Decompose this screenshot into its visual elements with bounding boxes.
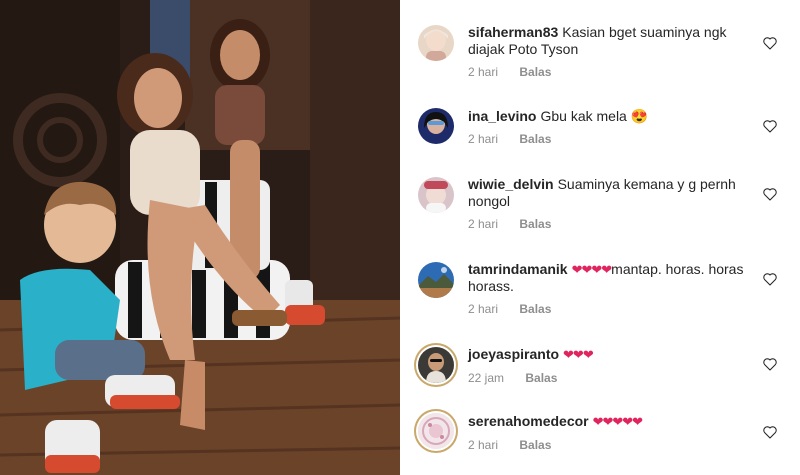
user-avatar-icon [418,108,454,144]
heart-outline-icon[interactable] [762,35,778,51]
comment-body: tamrindamanik ❤❤❤❤mantap. horas. horas ho… [468,261,758,295]
user-avatar-icon [418,262,454,298]
emoji-heart-eyes: 😍 [630,108,649,124]
user-avatar-icon [418,177,454,213]
comment-username[interactable]: tamrindamanik [468,261,568,277]
comment-username[interactable]: wiwie_delvin [468,176,554,192]
comment-body: joeyaspiranto ❤❤❤ [468,346,758,363]
family-photo-illustration [0,0,400,475]
reply-button[interactable]: Balas [519,65,551,79]
hearts-emoji: ❤❤❤❤❤ [592,414,643,429]
reply-button[interactable]: Balas [519,132,551,146]
post-photo [0,0,400,475]
comment-time: 2 hari [468,217,499,231]
comment-body: sifaherman83 Kasian bget suaminya ngk dia… [468,24,758,58]
comment-time: 2 hari [468,302,499,316]
comments-panel: sifaherman83 Kasian bget suaminya ngk dia… [400,0,800,475]
comment-username[interactable]: sifaherman83 [468,24,558,40]
comment-text: Gbu kak mela [540,108,627,124]
comment-username[interactable]: serenahomedecor [468,413,589,429]
reply-button[interactable]: Balas [519,302,551,316]
comment-time: 2 hari [468,65,499,79]
heart-outline-icon[interactable] [762,186,778,202]
comment-body: ina_levino Gbu kak mela 😍 [468,108,758,125]
heart-outline-icon[interactable] [762,424,778,440]
heart-outline-icon[interactable] [762,356,778,372]
hearts-emoji: ❤❤❤❤ [571,262,613,277]
comment-time: 22 jam [468,371,505,385]
avatar[interactable] [418,25,454,61]
comment-time: 2 hari [468,132,499,146]
comment-body: serenahomedecor ❤❤❤❤❤ [468,413,758,430]
reply-button[interactable]: Balas [519,438,551,452]
comment-time: 2 hari [468,438,499,452]
avatar[interactable] [418,262,454,298]
comment-meta: 22 jam Balas [468,371,575,385]
comment-meta: 2 hari Balas [468,132,569,146]
avatar[interactable] [418,347,454,383]
comment-body: wiwie_delvin Suaminya kemana y g pernh no… [468,176,758,210]
comment-username[interactable]: joeyaspiranto [468,346,559,362]
comment-meta: 2 hari Balas [468,302,569,316]
avatar[interactable] [418,413,454,449]
reply-button[interactable]: Balas [525,371,557,385]
user-avatar-icon [418,25,454,61]
user-avatar-icon [418,347,454,383]
heart-outline-icon[interactable] [762,271,778,287]
reply-button[interactable]: Balas [519,217,551,231]
avatar[interactable] [418,177,454,213]
user-avatar-icon [418,413,454,449]
comment-username[interactable]: ina_levino [468,108,536,124]
comment-meta: 2 hari Balas [468,438,569,452]
comment-meta: 2 hari Balas [468,217,569,231]
hearts-emoji: ❤❤❤ [563,347,594,362]
heart-outline-icon[interactable] [762,118,778,134]
avatar[interactable] [418,108,454,144]
comment-meta: 2 hari Balas [468,65,569,79]
